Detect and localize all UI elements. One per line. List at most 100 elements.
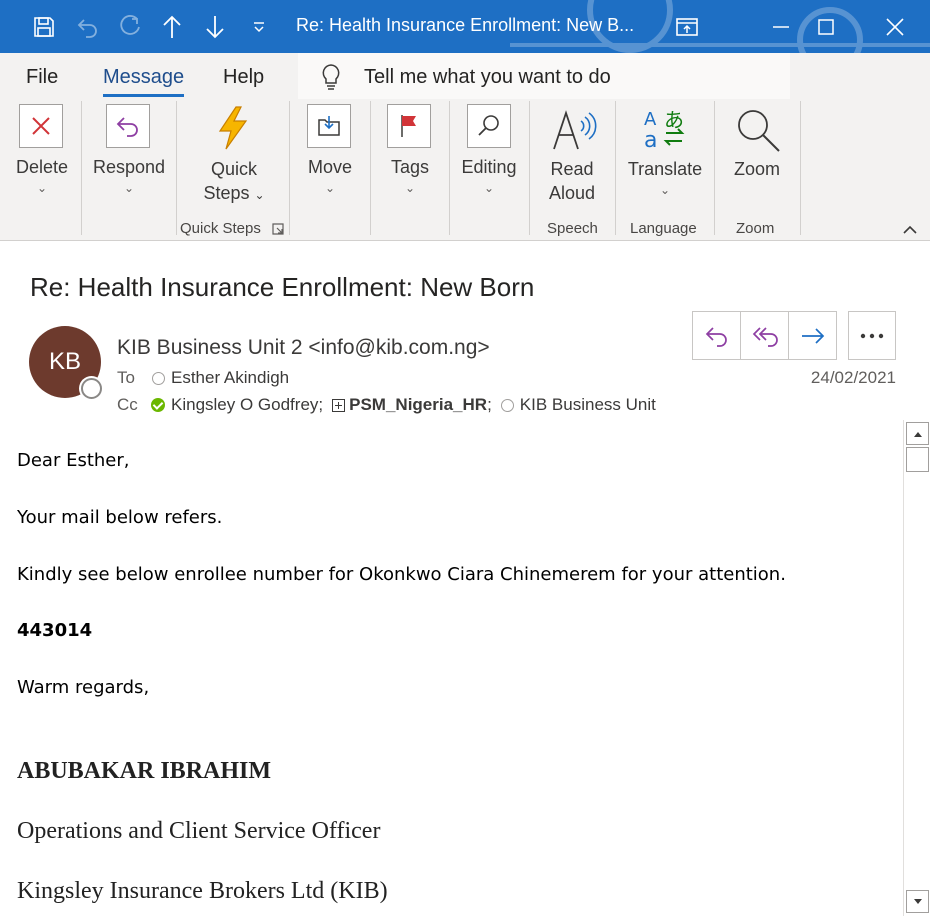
lightbulb-icon — [322, 64, 340, 90]
zoom-label: Zoom — [733, 159, 780, 179]
ribbon-separator — [370, 101, 371, 235]
forward-button[interactable] — [789, 312, 836, 359]
group-label-language: Language — [630, 220, 697, 237]
group-label-speech: Speech — [547, 220, 598, 237]
body-line-2: Kindly see below enrollee number for Oko… — [17, 564, 786, 585]
chevron-down-icon: ⌄ — [123, 181, 135, 195]
reply-all-icon — [752, 326, 778, 347]
window-title: Re: Health Insurance Enrollment: New B..… — [296, 15, 635, 35]
to-recipients: Esther Akindigh — [152, 368, 289, 388]
dialog-launcher-icon[interactable] — [272, 223, 284, 235]
tab-message[interactable]: Message — [103, 66, 185, 97]
translate-button[interactable]: A あ a Translate ⌄ — [624, 101, 706, 211]
ellipsis-icon — [860, 333, 884, 338]
respond-label: Respond — [92, 157, 166, 177]
recipient-kib-business-unit[interactable]: KIB Business Unit — [520, 395, 656, 415]
tab-file[interactable]: File — [26, 66, 58, 89]
ribbon-separator — [800, 101, 801, 235]
recipient-esther[interactable]: Esther Akindigh — [171, 368, 289, 388]
ribbon: Delete ⌄ Respond ⌄ Quick Steps ⌄ Quick S… — [0, 101, 930, 241]
read-aloud-button[interactable]: Read Aloud — [538, 101, 606, 211]
svg-text:A: A — [644, 109, 657, 130]
quick-steps-label-2: Steps ⌄ — [203, 183, 265, 203]
tab-help[interactable]: Help — [223, 66, 264, 89]
save-icon[interactable] — [29, 12, 59, 42]
cc-label: Cc — [117, 395, 138, 414]
ribbon-separator — [449, 101, 450, 235]
previous-item-icon[interactable] — [157, 12, 187, 42]
scroll-thumb[interactable] — [906, 447, 929, 472]
delete-label: Delete — [15, 157, 69, 177]
title-bar: Re: Health Insurance Enrollment: New B..… — [0, 0, 930, 53]
quick-steps-button[interactable]: Quick Steps ⌄ — [192, 101, 276, 211]
body-line-1: Your mail below refers. — [17, 507, 223, 528]
to-label: To — [117, 368, 135, 387]
respond-button[interactable]: Respond ⌄ — [90, 101, 168, 211]
presence-status-icon — [81, 378, 102, 399]
reply-all-button[interactable] — [741, 312, 789, 359]
read-aloud-label-1: Read — [550, 159, 594, 179]
quick-steps-label-1: Quick — [210, 159, 257, 179]
close-icon[interactable] — [880, 12, 910, 42]
ribbon-separator — [714, 101, 715, 235]
ribbon-separator — [81, 101, 82, 235]
tags-button[interactable]: Tags ⌄ — [378, 101, 442, 211]
collapse-ribbon-icon[interactable] — [902, 223, 918, 235]
recipient-psm-group[interactable]: PSM_Nigeria_HR — [349, 395, 487, 415]
tags-label: Tags — [390, 157, 430, 177]
delete-button[interactable]: Delete ⌄ — [8, 101, 76, 211]
enrollee-number: 443014 — [17, 620, 93, 641]
triangle-up-icon — [913, 431, 922, 437]
reply-icon — [705, 326, 727, 347]
undo-icon[interactable] — [73, 12, 103, 42]
message-body: Dear Esther, Your mail below refers. Kin… — [0, 420, 902, 916]
scroll-down-button[interactable] — [906, 890, 929, 913]
menu-bar: File Message Help Tell me what you want … — [0, 53, 930, 101]
chevron-down-icon: ⌄ — [324, 181, 336, 195]
redo-icon[interactable] — [115, 12, 145, 42]
svg-text:あ: あ — [664, 108, 684, 132]
signature-company: Kingsley Insurance Brokers Ltd (KIB) — [17, 878, 388, 904]
delete-icon — [19, 104, 63, 148]
sender-name[interactable]: KIB Business Unit 2 <info@kib.com.ng> — [117, 336, 490, 360]
forward-arrow-icon — [801, 327, 824, 344]
read-aloud-label-2: Aloud — [548, 183, 596, 203]
move-button[interactable]: Move ⌄ — [298, 101, 362, 211]
group-label-zoom: Zoom — [736, 220, 775, 237]
zoom-button[interactable]: Zoom — [724, 101, 790, 211]
cc-recipients: Kingsley O Godfrey; PSM_Nigeria_HR; KIB … — [151, 395, 656, 415]
flag-icon — [387, 104, 431, 148]
scroll-up-button[interactable] — [906, 422, 929, 445]
tell-me-search[interactable]: Tell me what you want to do — [298, 53, 790, 99]
reply-button[interactable] — [693, 312, 741, 359]
reply-icon — [106, 104, 150, 148]
zoom-icon — [738, 110, 780, 152]
ribbon-display-options-icon[interactable] — [672, 12, 702, 42]
triangle-down-icon — [913, 898, 922, 904]
svg-text:a: a — [644, 128, 657, 151]
move-label: Move — [307, 157, 352, 177]
tell-me-text: Tell me what you want to do — [364, 66, 611, 88]
chevron-down-icon: ⌄ — [36, 181, 48, 195]
minimize-icon[interactable] — [766, 12, 796, 42]
customize-quick-access-icon[interactable] — [244, 12, 274, 42]
message-subject: Re: Health Insurance Enrollment: New Bor… — [30, 272, 535, 302]
chevron-down-icon: ⌄ — [404, 181, 416, 195]
ribbon-separator — [615, 101, 616, 235]
translate-label: Translate — [627, 159, 703, 179]
avatar-initials: KB — [48, 348, 81, 375]
presence-available-icon — [151, 398, 165, 412]
ribbon-separator — [176, 101, 177, 235]
editing-label: Editing — [461, 157, 517, 177]
vertical-scrollbar[interactable] — [903, 420, 930, 916]
translate-icon: A あ a — [644, 108, 685, 151]
maximize-icon[interactable] — [811, 12, 841, 42]
more-actions-button[interactable] — [848, 311, 896, 360]
signature-title: Operations and Client Service Officer — [17, 818, 381, 844]
cc-separator: ; — [487, 395, 492, 414]
expand-group-icon[interactable] — [332, 398, 346, 412]
next-item-icon[interactable] — [200, 12, 230, 42]
recipient-kingsley[interactable]: Kingsley O Godfrey; — [171, 395, 323, 415]
editing-button[interactable]: Editing ⌄ — [456, 101, 522, 211]
ribbon-separator — [289, 101, 290, 235]
